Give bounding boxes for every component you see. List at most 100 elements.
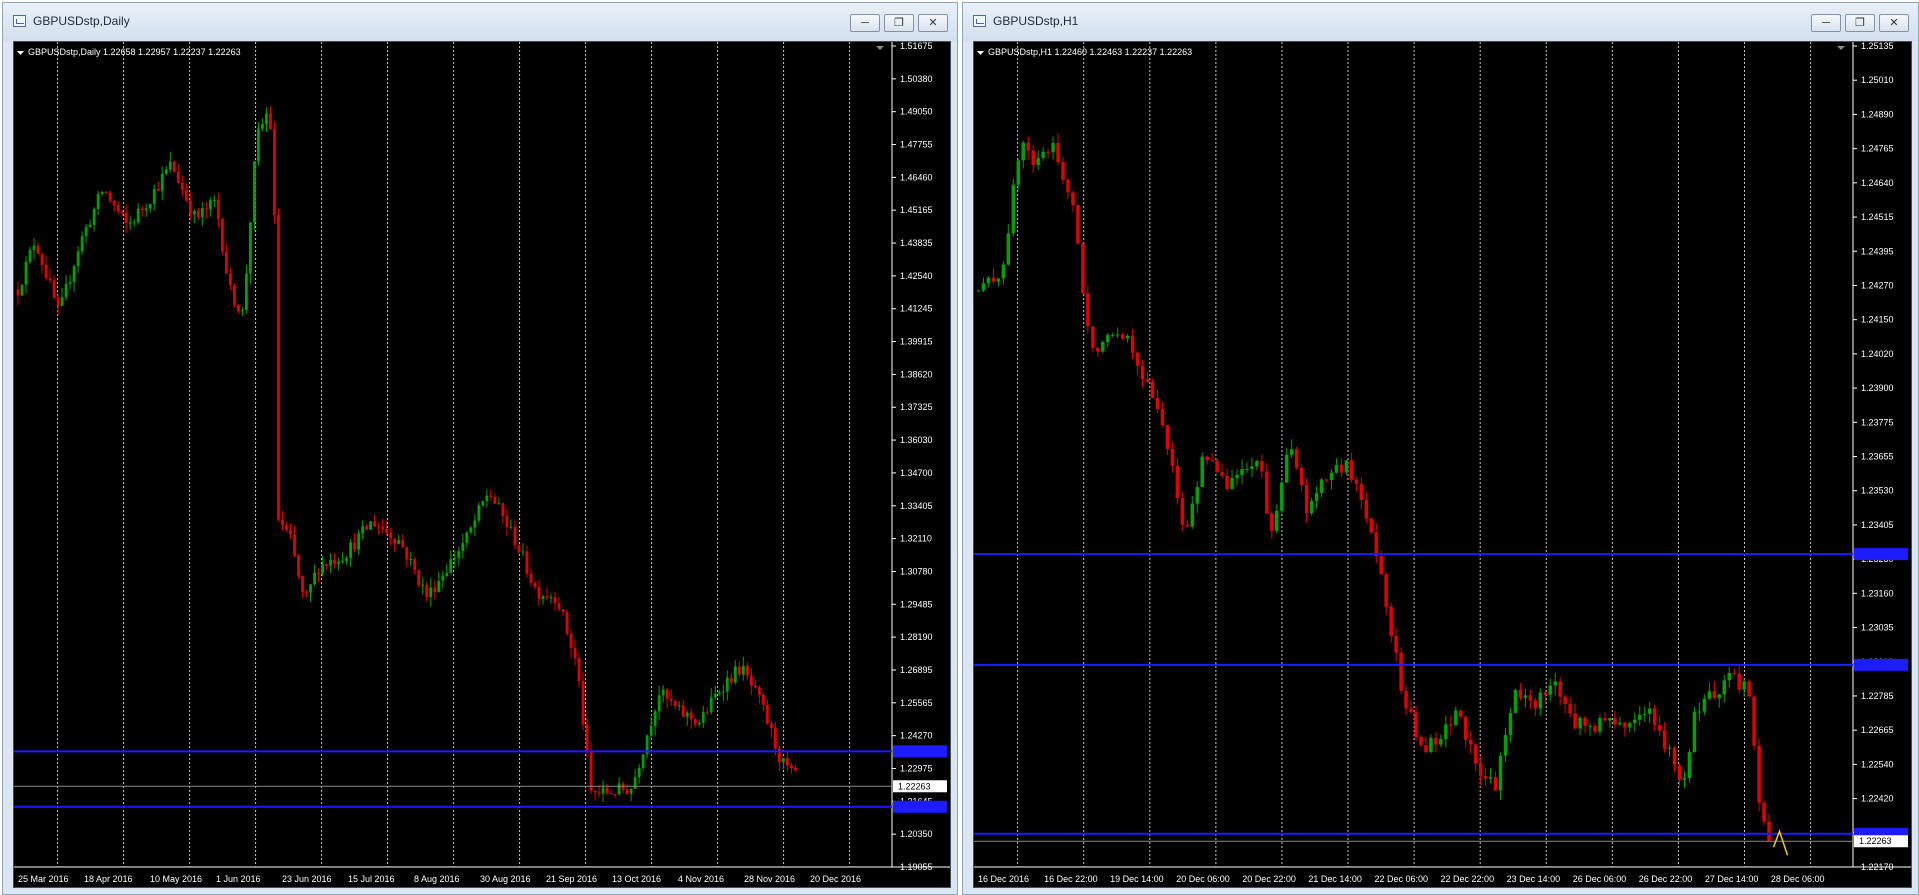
current-price-label: 1.22263	[1859, 836, 1892, 846]
candle-body	[477, 505, 481, 521]
candle-body	[721, 691, 725, 693]
candle-body	[785, 758, 789, 766]
minimize-button[interactable]: ─	[1811, 14, 1841, 32]
candle-body	[709, 697, 713, 713]
candle-body	[473, 520, 477, 528]
window-titlebar[interactable]: GBPUSDstp,H1 ─ ❐ ✕	[963, 3, 1918, 41]
shift-marker-icon[interactable]	[876, 46, 884, 50]
price-tick-label: 1.47755	[900, 140, 933, 150]
candle-body	[1294, 449, 1299, 469]
close-icon: ✕	[1889, 17, 1899, 29]
candle-body	[281, 519, 284, 526]
candle-body	[441, 575, 445, 581]
candle-body	[1384, 574, 1388, 607]
candle-body	[733, 666, 737, 683]
window-titlebar[interactable]: GBPUSDstp,Daily ─ ❐ ✕	[3, 3, 957, 41]
candle-body	[469, 527, 473, 533]
candle-body	[357, 533, 361, 550]
chart-window-h1[interactable]: GBPUSDstp,H1 ─ ❐ ✕ 1.25135 1.25010 1.24890…	[962, 2, 1919, 895]
candle-body	[1747, 681, 1751, 697]
chart-dropdown-icon[interactable]	[17, 51, 24, 55]
candle-body	[521, 551, 525, 553]
price-chart[interactable]: 1.51675 1.50380 1.49050 1.47755 1.46460 1.451…	[14, 42, 950, 887]
candle-body	[665, 689, 669, 699]
chart-window-icon	[13, 15, 26, 27]
candle-body	[172, 161, 176, 172]
close-button[interactable]: ✕	[918, 14, 948, 32]
candle-body	[1468, 739, 1473, 745]
candle-body	[1593, 725, 1597, 732]
candle-body	[1155, 398, 1160, 409]
candle-body	[613, 794, 617, 796]
candle-body	[1061, 161, 1065, 180]
candle-body	[1493, 777, 1498, 791]
candle-body	[104, 191, 108, 193]
price-tick-label: 1.23530	[1861, 486, 1894, 496]
candle-body	[705, 712, 709, 714]
time-tick-label: 16 Dec 22:00	[1044, 874, 1098, 884]
candle-body	[1692, 711, 1697, 753]
candle-body	[1652, 708, 1657, 725]
candle-body	[1414, 712, 1418, 737]
candle-body	[585, 724, 589, 752]
candle-body	[253, 161, 256, 223]
drawn-arrow-annotation[interactable]	[1772, 829, 1789, 856]
time-tick-label: 22 Dec 06:00	[1374, 874, 1428, 884]
candle-body	[1001, 264, 1006, 279]
candle-body	[689, 712, 693, 720]
candle-body	[345, 558, 349, 562]
candle-body	[1523, 695, 1528, 698]
candle-body	[401, 540, 405, 548]
restore-button[interactable]: ❐	[1845, 14, 1875, 32]
time-tick-label: 25 Mar 2016	[18, 874, 69, 884]
restore-button[interactable]: ❐	[884, 14, 914, 32]
candle-body	[1140, 365, 1145, 380]
candle-body	[1011, 184, 1016, 234]
candle-body	[1603, 718, 1607, 721]
candle-body	[48, 278, 52, 281]
time-tick-label: 26 Dec 06:00	[1573, 874, 1627, 884]
candle-body	[1170, 448, 1175, 466]
candle-body	[425, 584, 429, 598]
candle-body	[305, 591, 308, 593]
candle-body	[297, 555, 300, 576]
candle-body	[52, 280, 56, 298]
candle-body	[1175, 465, 1180, 499]
close-button[interactable]: ✕	[1879, 14, 1909, 32]
candle-body	[405, 547, 409, 560]
shift-marker-icon[interactable]	[1837, 46, 1845, 50]
candle-body	[991, 277, 996, 282]
price-tick-label: 1.41245	[900, 304, 933, 314]
candle-body	[433, 587, 437, 593]
candle-body	[44, 264, 48, 279]
candle-body	[1160, 408, 1165, 426]
candle-body	[537, 587, 541, 600]
candle-body	[1757, 745, 1761, 803]
candle-body	[212, 200, 216, 202]
candle-body	[1215, 460, 1219, 473]
candle-body	[593, 790, 597, 793]
candle-body	[1657, 724, 1662, 731]
chart-window-daily[interactable]: GBPUSDstp,Daily ─ ❐ ✕ 1.51675 1.50380 1.49…	[2, 2, 958, 895]
candle-body	[1369, 518, 1374, 533]
candle-body	[541, 596, 545, 600]
candle-body	[1638, 714, 1642, 720]
chart-dropdown-icon[interactable]	[977, 51, 984, 55]
time-tick-label: 20 Dec 06:00	[1176, 874, 1230, 884]
candle-body	[1135, 352, 1140, 366]
candle-body	[152, 188, 156, 204]
candle-body	[249, 222, 252, 274]
candle-body	[557, 603, 561, 610]
chart-area[interactable]: 1.25135 1.25010 1.24890 1.24765 1.24640 1.245…	[973, 41, 1912, 888]
time-tick-label: 19 Dec 14:00	[1110, 874, 1164, 884]
candle-body	[629, 789, 633, 794]
candle-body	[16, 289, 20, 296]
minimize-button[interactable]: ─	[850, 14, 880, 32]
candle-body	[96, 194, 100, 209]
price-chart[interactable]: 1.25135 1.25010 1.24890 1.24765 1.24640 1.245…	[974, 42, 1911, 887]
candle-body	[753, 685, 757, 688]
price-tick-label: 1.38620	[900, 369, 933, 379]
chart-legend: GBPUSDstp,Daily 1.22658 1.22957 1.22237 …	[28, 47, 241, 57]
chart-area[interactable]: 1.51675 1.50380 1.49050 1.47755 1.46460 1.451…	[13, 41, 951, 888]
candle-body	[1742, 681, 1746, 690]
